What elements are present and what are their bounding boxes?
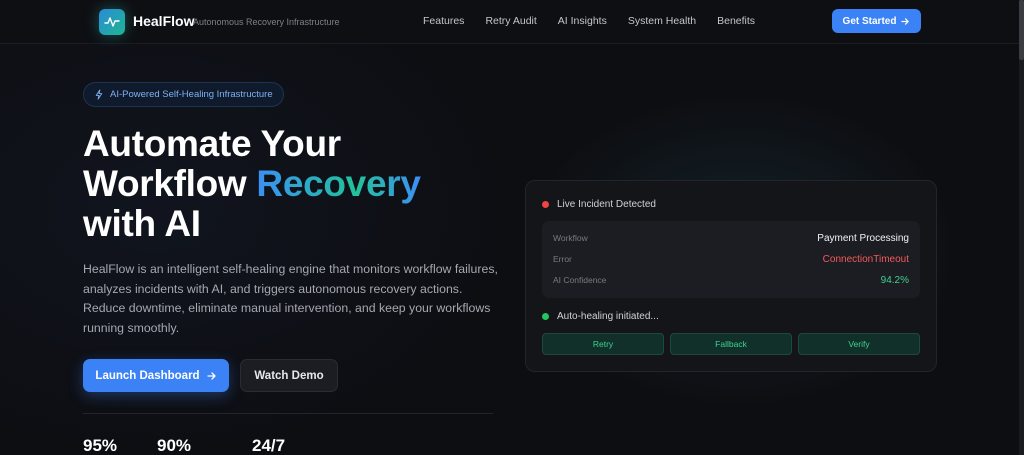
get-started-label: Get Started (842, 15, 897, 27)
scrollbar[interactable] (1019, 0, 1024, 455)
nav-link-benefits[interactable]: Benefits (717, 15, 755, 27)
nav-link-system-health[interactable]: System Health (628, 15, 696, 27)
nav-links: Features Retry Audit AI Insights System … (423, 15, 776, 27)
healing-status-label: Auto-healing initiated... (557, 311, 659, 322)
watch-demo-label: Watch Demo (254, 369, 324, 382)
stat-value: 24/7 (252, 436, 286, 455)
headline-line-2-plain: Workflow (83, 163, 257, 204)
error-value: ConnectionTimeout (822, 254, 909, 265)
feature-pill: AI-Powered Self-Healing Infrastructure (83, 82, 284, 107)
status-dot-green (542, 313, 549, 320)
incident-details: Workflow Payment Processing Error Connec… (542, 221, 920, 298)
workflow-value: Payment Processing (817, 233, 909, 244)
confidence-label: AI Confidence (553, 275, 607, 285)
scrollbar-thumb[interactable] (1019, 0, 1024, 60)
nav-link-features[interactable]: Features (423, 15, 464, 27)
hero-headline: Automate Your Workflow Recovery with AI (83, 124, 421, 244)
fallback-button[interactable]: Fallback (670, 333, 792, 355)
incident-status-label: Live Incident Detected (557, 199, 656, 210)
nav-link-retry-audit[interactable]: Retry Audit (485, 15, 536, 27)
feature-pill-label: AI-Powered Self-Healing Infrastructure (110, 89, 273, 100)
launch-dashboard-button[interactable]: Launch Dashboard (83, 359, 229, 392)
headline-line-3: with AI (83, 203, 201, 244)
brand-name[interactable]: HealFlow (133, 13, 194, 29)
watch-demo-button[interactable]: Watch Demo (240, 359, 338, 392)
headline-line-1: Automate Your (83, 123, 341, 164)
brand-tagline: Autonomous Recovery Infrastructure (193, 17, 340, 27)
arrow-right-icon (901, 17, 910, 25)
logo[interactable] (99, 9, 125, 35)
error-label: Error (553, 254, 572, 264)
incident-card: Live Incident Detected Workflow Payment … (525, 180, 937, 372)
get-started-button[interactable]: Get Started (832, 9, 921, 33)
launch-dashboard-label: Launch Dashboard (95, 369, 200, 382)
confidence-value: 94.2% (880, 275, 909, 286)
verify-button[interactable]: Verify (798, 333, 920, 355)
status-dot-red (542, 201, 549, 208)
retry-button[interactable]: Retry (542, 333, 664, 355)
workflow-label: Workflow (553, 233, 588, 243)
lightning-icon (95, 89, 103, 100)
pulse-icon (104, 17, 120, 27)
stat-value: 95% (83, 436, 118, 455)
incident-status: Live Incident Detected (542, 199, 656, 210)
stats-divider (83, 413, 493, 414)
headline-accent: Recovery (256, 163, 421, 204)
hero-description: HealFlow is an intelligent self-healing … (83, 262, 498, 335)
arrow-right-icon (206, 371, 216, 380)
nav-link-ai-insights[interactable]: AI Insights (558, 15, 607, 27)
healing-status: Auto-healing initiated... (542, 311, 659, 322)
stat-value: 90% (157, 436, 192, 455)
top-nav: HealFlow Autonomous Recovery Infrastruct… (0, 0, 1019, 44)
